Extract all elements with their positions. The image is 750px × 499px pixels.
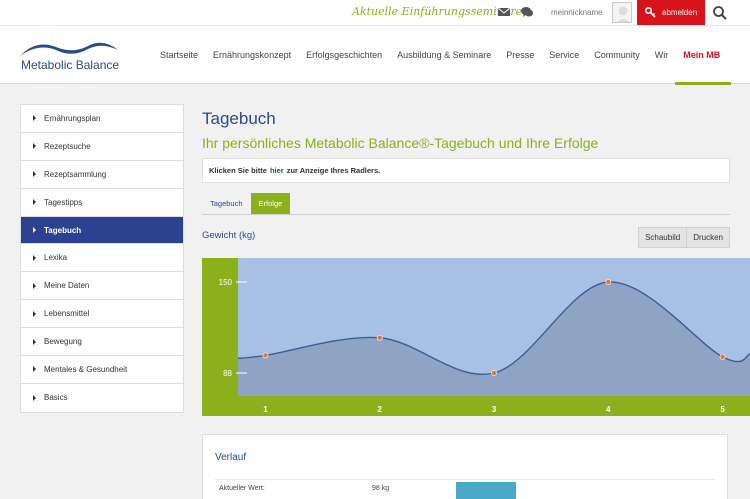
nav-item-startseite[interactable]: Startseite [160, 26, 198, 85]
sidebar-item-label: Basics [44, 393, 68, 403]
data-point-2 [376, 334, 383, 341]
sidebar-item-label: Tagestipps [44, 197, 83, 207]
chevron-right-icon [33, 143, 36, 150]
chevron-right-icon [33, 115, 36, 122]
current-value-label: Aktueller Wert: [219, 485, 265, 492]
chevron-right-icon [33, 199, 36, 206]
print-button[interactable]: Drucken [687, 227, 730, 248]
sidebar-item-label: Rezeptsammlung [44, 169, 107, 179]
sidebar-item-label: Meine Daten [44, 281, 90, 291]
logo-wave-icon [20, 42, 118, 56]
current-value-bar [456, 482, 516, 499]
chevron-right-icon [33, 338, 36, 345]
y-tick-label-150: 150 [219, 278, 233, 287]
user-silhouette-icon [616, 6, 630, 22]
notice-link[interactable]: hier [270, 166, 284, 175]
main-content: Tagebuch Ihr persönliches Metabolic Bala… [202, 104, 730, 249]
sidebar-item-label: Bewegung [44, 337, 82, 347]
logo-text: Metabolic Balance [21, 58, 120, 72]
nav-item-ernaehrungskonzept[interactable]: Ernährungskonzept [213, 26, 291, 85]
sidebar-item-tagestipps[interactable]: Tagestipps [21, 189, 183, 217]
tab-erfolge[interactable]: Erfolge [250, 193, 291, 214]
chevron-right-icon [33, 254, 36, 261]
top-utility-bar: Aktuelle Einführungsseminare meinnicknam… [0, 0, 750, 25]
search-icon[interactable] [712, 5, 728, 21]
chevron-right-icon [33, 394, 36, 401]
chevron-right-icon [33, 171, 36, 178]
current-value-row: Aktueller Wert: 98 kg [215, 479, 715, 499]
data-point-3 [491, 370, 497, 376]
data-point-5 [719, 353, 726, 360]
logo[interactable]: Metabolic Balance [18, 36, 123, 76]
nickname[interactable]: meinnickname [551, 8, 603, 17]
chevron-right-icon [33, 366, 36, 373]
sidebar-item-bewegung[interactable]: Bewegung [21, 328, 183, 357]
chevron-right-icon [33, 227, 36, 233]
y-tick-label-88: 88 [223, 369, 232, 378]
x-tick-label-1: 1 [263, 405, 268, 414]
sidebar-item-label: Rezeptsuche [44, 141, 91, 151]
sidebar-item-rezeptsammlung[interactable]: Rezeptsammlung [21, 161, 183, 189]
current-value: 98 kg [372, 485, 390, 492]
chart-title: Gewicht (kg) [202, 230, 256, 241]
page-title: Tagebuch [202, 109, 276, 128]
tab-bar: Tagebuch Erfolge [202, 193, 730, 215]
sidebar-item-meine-daten[interactable]: Meine Daten [21, 272, 183, 301]
x-tick-label-2: 2 [377, 405, 382, 414]
radler-notice: Klicken Sie bitte hier zur Anzeige Ihres… [202, 158, 730, 183]
weight-chart: 88 150 1 2 3 4 5 [202, 258, 750, 416]
notice-text-post: zur Anzeige Ihres Radlers. [286, 166, 381, 175]
sidebar-item-label: Mentales & Gesundheit [44, 364, 128, 374]
sidebar: Ernährungsplan Rezeptsuche Rezeptsammlun… [20, 104, 184, 413]
verlauf-box: Verlauf Aktueller Wert: 98 kg [202, 434, 728, 499]
sidebar-item-tagebuch[interactable]: Tagebuch [21, 216, 183, 245]
data-point-4 [605, 279, 612, 285]
sidebar-item-label: Lexika [44, 253, 68, 263]
sidebar-item-rezeptsuche[interactable]: Rezeptsuche [21, 133, 183, 161]
avatar[interactable] [612, 2, 632, 23]
notice-text-pre: Klicken Sie bitte [209, 166, 267, 175]
nav-item-mein-mb[interactable]: Mein MB [675, 26, 732, 85]
main-header: Metabolic Balance Startseite Ernährungsk… [0, 25, 750, 85]
nav-item-ausbildung-seminare[interactable]: Ausbildung & Seminare [397, 26, 491, 85]
main-nav: Startseite Ernährungskonzept Erfolgsgesc… [160, 26, 735, 85]
x-tick-label-4: 4 [606, 405, 611, 414]
chart-header: Gewicht (kg) Schaubild Drucken [202, 227, 730, 249]
key-icon [645, 7, 656, 18]
sidebar-item-lebensmittel[interactable]: Lebensmittel [21, 300, 183, 329]
weight-chart-svg: 88 150 1 2 3 4 5 [202, 258, 750, 416]
data-point-1 [262, 352, 269, 359]
sidebar-item-label: Ernährungsplan [44, 113, 101, 123]
sidebar-item-basics[interactable]: Basics [21, 384, 183, 412]
sidebar-item-mentales-gesundheit[interactable]: Mentales & Gesundheit [21, 356, 183, 384]
logout-label: abmelden [662, 8, 698, 17]
sidebar-item-lexika[interactable]: Lexika [21, 244, 183, 273]
nav-item-erfolgsgeschichten[interactable]: Erfolgsgeschichten [306, 26, 382, 85]
x-tick-label-5: 5 [720, 405, 725, 414]
sidebar-item-ernaehrungsplan[interactable]: Ernährungsplan [21, 105, 183, 133]
nav-item-service[interactable]: Service [549, 26, 579, 85]
chat-icon[interactable] [520, 6, 534, 18]
nav-item-presse[interactable]: Presse [506, 26, 534, 85]
nav-item-community[interactable]: Community [594, 26, 640, 85]
tab-tagebuch[interactable]: Tagebuch [202, 193, 251, 214]
x-tick-label-3: 3 [492, 405, 497, 414]
sidebar-item-label: Tagebuch [44, 225, 82, 235]
mail-icon[interactable] [497, 6, 511, 18]
page-subtitle: Ihr persönliches Metabolic Balance®-Tage… [202, 135, 599, 151]
chevron-right-icon [33, 282, 36, 289]
chart-button-group: Schaubild Drucken [638, 227, 730, 248]
logout-button[interactable]: abmelden [637, 0, 705, 25]
nav-item-wir[interactable]: Wir [655, 26, 669, 85]
verlauf-title: Verlauf [215, 452, 247, 463]
sidebar-item-label: Lebensmittel [44, 309, 90, 319]
chevron-right-icon [33, 310, 36, 317]
schaubild-button[interactable]: Schaubild [638, 227, 688, 248]
